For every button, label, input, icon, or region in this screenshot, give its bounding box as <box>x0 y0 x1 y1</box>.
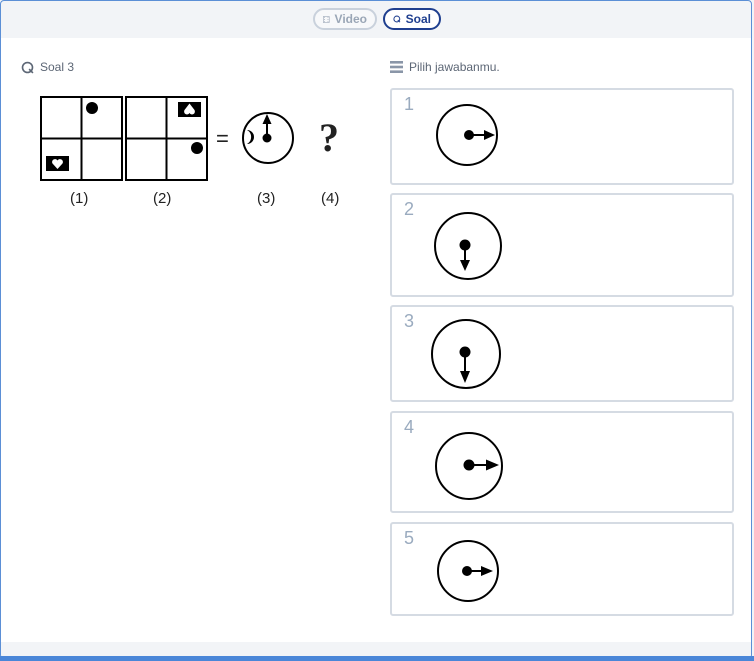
figure-circle-3 <box>242 112 294 164</box>
tab-video[interactable]: Video <box>313 8 377 30</box>
quiz-icon <box>21 61 34 73</box>
bottom-bar <box>0 656 754 661</box>
figure-label-1: (1) <box>70 190 89 207</box>
answer-option-2[interactable]: 2 <box>390 193 734 297</box>
option-number: 3 <box>404 311 415 331</box>
figure-grid-1 <box>40 96 123 181</box>
option-figure-3 <box>431 319 501 389</box>
answer-option-3[interactable]: 3 <box>390 305 734 402</box>
tab-bar: Video Soal <box>0 0 754 38</box>
option-number: 5 <box>404 528 415 548</box>
option-figure-2 <box>434 212 502 280</box>
answer-option-5[interactable]: 5 <box>390 522 734 616</box>
figure-grid-2 <box>125 96 208 181</box>
answer-option-1[interactable]: 1 <box>390 88 734 185</box>
figure-label-3: (3) <box>257 190 276 207</box>
film-icon <box>323 15 330 23</box>
option-number: 2 <box>404 199 415 219</box>
quiz-icon <box>393 15 401 23</box>
tab-video-label: Video <box>334 12 367 26</box>
question-header: Soal 3 <box>21 60 74 74</box>
main-panel: Soal 3 = ? (1) (2) (3) (4) Pilih jawaban… <box>1 38 751 642</box>
figure-label-4: (4) <box>321 190 340 207</box>
option-number: 1 <box>404 94 415 114</box>
list-icon <box>390 61 403 73</box>
answers-header: Pilih jawabanmu. <box>390 60 500 74</box>
question-figure <box>40 96 294 181</box>
question-title: Soal 3 <box>40 60 75 74</box>
option-figure-4 <box>435 432 503 500</box>
figure-label-2: (2) <box>153 190 172 207</box>
option-number: 4 <box>404 417 415 437</box>
answer-option-4[interactable]: 4 <box>390 411 734 513</box>
answers-header-label: Pilih jawabanmu. <box>409 60 500 74</box>
tab-soal[interactable]: Soal <box>383 8 441 30</box>
option-figure-1 <box>436 104 498 166</box>
equals-sign: = <box>216 126 229 151</box>
option-figure-5 <box>437 540 499 602</box>
question-mark: ? <box>319 115 339 160</box>
tab-soal-label: Soal <box>405 12 431 26</box>
